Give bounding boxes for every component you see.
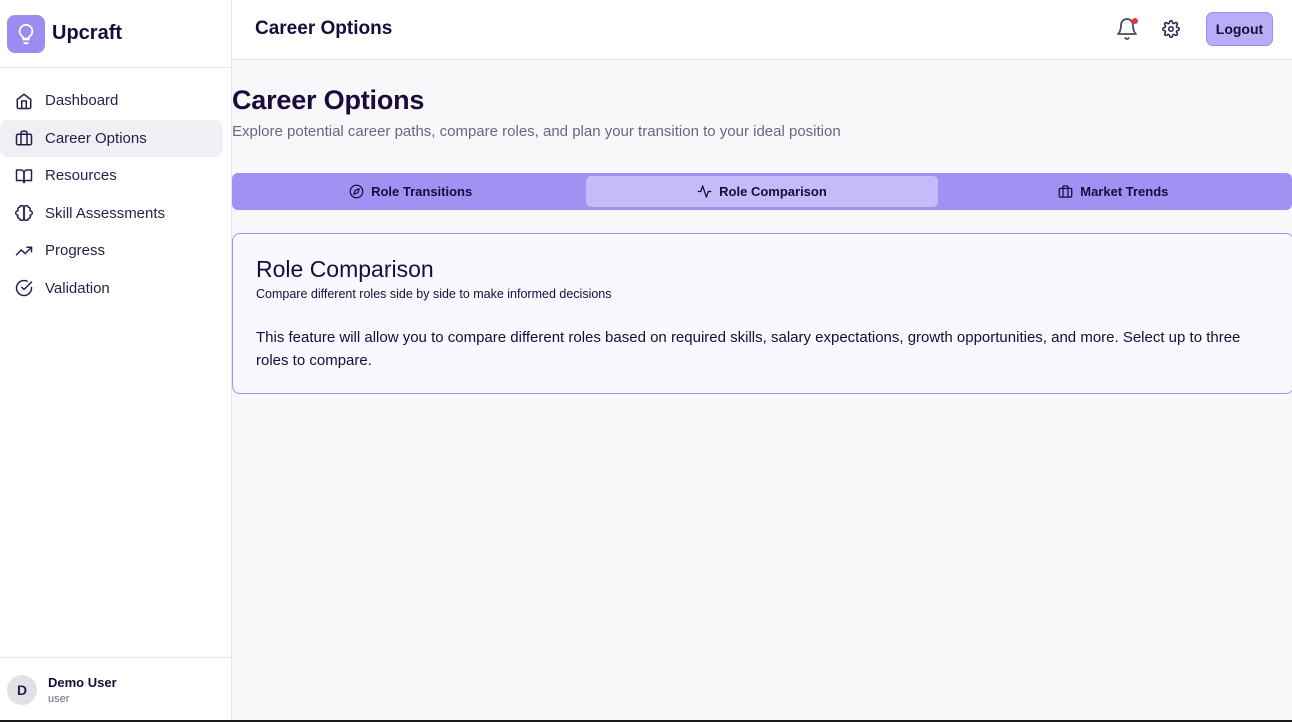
career-tabs: Role Transitions Role Comparison Market … <box>232 173 1292 210</box>
tab-label: Role Comparison <box>719 184 827 199</box>
sidebar-item-validation[interactable]: Validation <box>0 270 223 307</box>
user-profile[interactable]: D Demo User user <box>0 657 231 722</box>
sidebar-item-label: Progress <box>45 242 106 259</box>
home-icon <box>14 91 34 111</box>
sidebar-item-label: Career Options <box>45 129 147 147</box>
gear-icon[interactable] <box>1162 20 1180 38</box>
brand[interactable]: Upcraft <box>0 0 231 68</box>
card-description: This feature will allow you to compare d… <box>256 329 1241 369</box>
logout-button[interactable]: Logout <box>1206 12 1273 46</box>
card-subtitle: Compare different roles side by side to … <box>256 287 612 301</box>
tab-label: Market Trends <box>1080 184 1169 199</box>
activity-icon <box>697 185 712 198</box>
header-title: Career Options <box>255 18 393 39</box>
tab-role-comparison[interactable]: Role Comparison <box>586 176 938 207</box>
sidebar-item-label: Dashboard <box>45 92 119 109</box>
sidebar-item-label: Skill Assessments <box>45 204 166 222</box>
sidebar: Upcraft Dashboard Career Options Resourc… <box>0 0 232 722</box>
notification-bell-icon[interactable] <box>1115 17 1139 41</box>
user-role: user <box>48 693 70 705</box>
book-icon <box>14 166 34 186</box>
sidebar-item-label: Validation <box>45 279 110 297</box>
sidebar-nav: Dashboard Career Options Resources Skill… <box>0 68 231 307</box>
notification-dot <box>1132 18 1138 24</box>
sidebar-item-resources[interactable]: Resources <box>0 157 223 194</box>
lightbulb-icon <box>7 14 45 53</box>
card-title: Role Comparison <box>256 256 434 282</box>
role-comparison-card: Role Comparison Compare different roles … <box>232 233 1292 394</box>
brand-name: Upcraft <box>52 22 123 44</box>
tab-label: Role Transitions <box>371 184 473 199</box>
brain-icon <box>14 203 34 223</box>
user-name: Demo User <box>48 675 117 690</box>
sidebar-item-skill-assessments[interactable]: Skill Assessments <box>0 195 223 232</box>
sidebar-item-progress[interactable]: Progress <box>0 232 223 269</box>
sidebar-item-label: Resources <box>45 167 117 184</box>
check-circle-icon <box>14 278 34 298</box>
page-title: Career Options <box>232 85 425 115</box>
sidebar-item-dashboard[interactable]: Dashboard <box>0 82 223 119</box>
tab-role-transitions[interactable]: Role Transitions <box>235 176 586 207</box>
avatar: D <box>7 675 37 705</box>
top-bar: Career Options Logout <box>232 0 1292 60</box>
trending-up-icon <box>14 241 34 261</box>
compass-icon <box>349 184 364 199</box>
briefcase-icon <box>14 128 34 148</box>
tab-market-trends[interactable]: Market Trends <box>938 176 1289 207</box>
briefcase-icon <box>1058 185 1073 198</box>
page-subtitle: Explore potential career paths, compare … <box>232 123 841 140</box>
sidebar-item-career-options[interactable]: Career Options <box>0 119 223 157</box>
